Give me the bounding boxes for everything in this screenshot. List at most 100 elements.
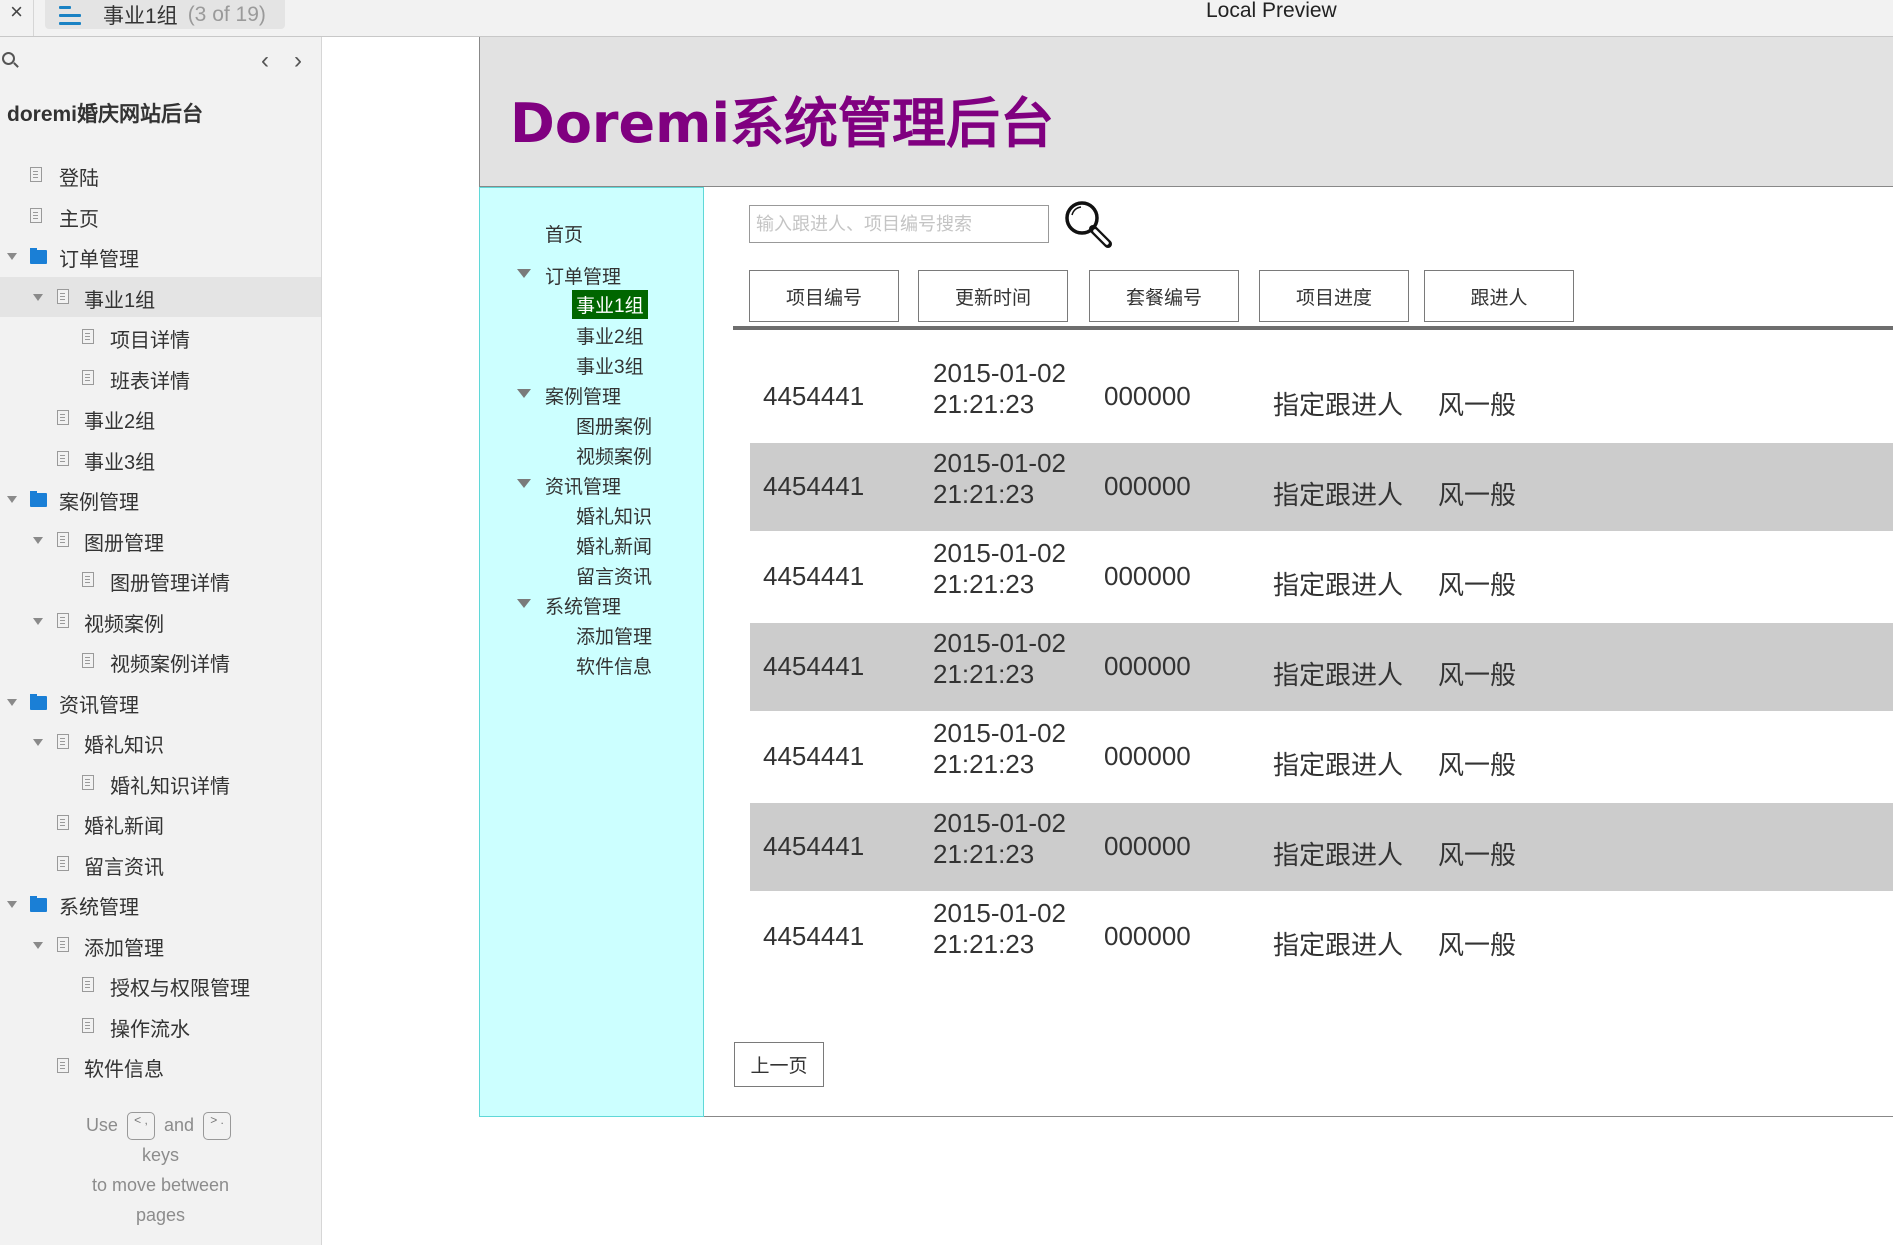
- expand-arrow-icon[interactable]: [7, 253, 17, 260]
- sidebar-item[interactable]: 案例管理: [0, 479, 321, 520]
- page-icon: [82, 329, 94, 344]
- sidebar-item[interactable]: 订单管理: [0, 236, 321, 277]
- updated-date: 2015-01-02: [933, 718, 1066, 748]
- page-icon: [57, 815, 69, 830]
- app-nav-item[interactable]: 留言资讯: [576, 562, 652, 589]
- app-nav-item[interactable]: 事业2组: [576, 322, 644, 349]
- updated-date: 2015-01-02: [933, 898, 1066, 928]
- sidebar-item[interactable]: 班表详情: [0, 358, 321, 399]
- table-row[interactable]: 4454441 2015-01-02 21:21:23 000000 指定跟进人 风一般: [750, 803, 1893, 891]
- previous-page-button[interactable]: ‹: [261, 47, 269, 75]
- sidebar-item[interactable]: 资讯管理: [0, 682, 321, 723]
- expand-arrow-icon[interactable]: [33, 739, 43, 746]
- updated-time: 21:21:23: [933, 479, 1035, 509]
- sidebar-item[interactable]: 视频案例详情: [0, 641, 321, 682]
- expand-arrow-icon[interactable]: [517, 269, 531, 278]
- column-header-button[interactable]: 套餐编号: [1089, 270, 1239, 322]
- updated-time-cell: 2015-01-02 21:21:23: [933, 538, 1066, 600]
- app-nav-item[interactable]: 系统管理: [545, 592, 621, 619]
- folder-icon: [30, 896, 47, 912]
- table-row[interactable]: 4454441 2015-01-02 21:21:23 000000 指定跟进人 风一般: [750, 533, 1893, 621]
- sidebar-item[interactable]: 事业3组: [0, 439, 321, 480]
- progress-cell: 指定跟进人: [1273, 930, 1404, 960]
- sidebar-item-label: 婚礼新闻: [84, 816, 164, 838]
- updated-time-cell: 2015-01-02 21:21:23: [933, 898, 1066, 960]
- sidebar-item-label: 图册管理: [84, 532, 164, 555]
- page-icon: [82, 1017, 94, 1033]
- app-nav-item[interactable]: 视频案例: [576, 442, 652, 469]
- column-header-button[interactable]: 项目编号: [749, 270, 899, 322]
- sidebar-item-label: 软件信息: [84, 1059, 164, 1081]
- app-nav-item[interactable]: 资讯管理: [545, 472, 621, 499]
- sidebar-item[interactable]: 授权与权限管理: [0, 965, 321, 1006]
- keyboard-hint: Use < , and > . keys to move between pag…: [0, 1110, 321, 1230]
- page-icon: [57, 410, 69, 425]
- updated-time: 21:21:23: [933, 929, 1035, 959]
- updated-time-cell: 2015-01-02 21:21:23: [933, 358, 1066, 420]
- table-row[interactable]: 4454441 2015-01-02 21:21:23 000000 指定跟进人 风一般: [750, 443, 1893, 531]
- expand-arrow-icon[interactable]: [517, 389, 531, 398]
- folder-icon: [30, 693, 47, 710]
- search-icon[interactable]: [2, 52, 15, 65]
- sidebar-item[interactable]: 图册管理详情: [0, 560, 321, 601]
- project-id-cell: 4454441: [763, 741, 865, 771]
- page-icon: [57, 450, 69, 466]
- sidebar-item[interactable]: 婚礼知识: [0, 722, 321, 763]
- search-input[interactable]: [749, 205, 1049, 243]
- page-icon: [30, 167, 42, 182]
- expand-arrow-icon[interactable]: [33, 536, 43, 544]
- app-nav-item[interactable]: 案例管理: [545, 382, 621, 409]
- updated-time: 21:21:23: [933, 839, 1035, 869]
- app-nav-item[interactable]: 软件信息: [576, 652, 652, 679]
- close-button[interactable]: ×: [0, 0, 34, 36]
- expand-arrow-icon[interactable]: [7, 496, 17, 503]
- app-nav-item[interactable]: 首页: [545, 220, 583, 247]
- sidebar-item[interactable]: 婚礼知识详情: [0, 763, 321, 804]
- sidebar-item[interactable]: 主页: [0, 196, 321, 237]
- sidebar-item[interactable]: 系统管理: [0, 884, 321, 925]
- expand-arrow-icon[interactable]: [33, 617, 43, 625]
- expand-arrow-icon[interactable]: [517, 599, 531, 608]
- column-header-button[interactable]: 跟进人: [1424, 270, 1574, 322]
- expand-arrow-icon[interactable]: [517, 479, 531, 488]
- app-nav-item[interactable]: 事业3组: [576, 352, 644, 379]
- updated-time: 21:21:23: [933, 389, 1035, 419]
- sidebar-item-label: 图册管理详情: [110, 573, 230, 595]
- app-nav-item[interactable]: 图册案例: [576, 412, 652, 439]
- expand-arrow-icon[interactable]: [7, 698, 17, 706]
- app-nav-item[interactable]: 添加管理: [576, 622, 652, 649]
- sidebar-item[interactable]: 事业2组: [0, 398, 321, 439]
- magnifier-icon[interactable]: [1062, 198, 1114, 250]
- expand-arrow-icon[interactable]: [7, 901, 17, 908]
- sidebar-item[interactable]: 婚礼新闻: [0, 803, 321, 844]
- column-header-button[interactable]: 项目进度: [1259, 270, 1409, 322]
- sidebar-item[interactable]: 添加管理: [0, 925, 321, 966]
- app-nav-item[interactable]: 事业1组: [572, 290, 648, 319]
- sidebar-item[interactable]: 事业1组: [0, 276, 321, 317]
- app-nav-item[interactable]: 婚礼知识: [576, 502, 652, 529]
- sidebar-item[interactable]: 项目详情: [0, 317, 321, 358]
- table-row[interactable]: 4454441 2015-01-02 21:21:23 000000 指定跟进人 风一般: [750, 353, 1893, 441]
- table-row[interactable]: 4454441 2015-01-02 21:21:23 000000 指定跟进人 风一般: [750, 893, 1893, 981]
- sidebar-item[interactable]: 操作流水: [0, 1006, 321, 1047]
- progress-cell: 指定跟进人: [1273, 840, 1404, 870]
- table-row[interactable]: 4454441 2015-01-02 21:21:23 000000 指定跟进人 风一般: [750, 713, 1893, 801]
- sidebar-item[interactable]: 留言资讯: [0, 844, 321, 885]
- previous-page-button-app[interactable]: 上一页: [734, 1042, 824, 1087]
- hamburger-menu-icon[interactable]: [57, 5, 81, 25]
- sidebar-item[interactable]: 视频案例: [0, 601, 321, 642]
- app-nav-item[interactable]: 订单管理: [545, 262, 621, 289]
- page-icon: [57, 734, 69, 749]
- page-tab[interactable]: 事业1组 (3 of 19): [45, 0, 285, 29]
- sidebar-item-label: 操作流水: [110, 1018, 190, 1041]
- expand-arrow-icon[interactable]: [33, 293, 43, 301]
- sidebar-item[interactable]: 图册管理: [0, 520, 321, 561]
- table-row[interactable]: 4454441 2015-01-02 21:21:23 000000 指定跟进人 风一般: [750, 623, 1893, 711]
- sidebar-item[interactable]: 软件信息: [0, 1046, 321, 1087]
- next-page-button[interactable]: ›: [294, 47, 302, 75]
- sidebar-item-label: 婚礼知识详情: [110, 775, 230, 798]
- sidebar-item[interactable]: 登陆: [0, 155, 321, 196]
- column-header-button[interactable]: 更新时间: [918, 270, 1068, 322]
- expand-arrow-icon[interactable]: [33, 941, 43, 949]
- app-nav-item[interactable]: 婚礼新闻: [576, 532, 652, 559]
